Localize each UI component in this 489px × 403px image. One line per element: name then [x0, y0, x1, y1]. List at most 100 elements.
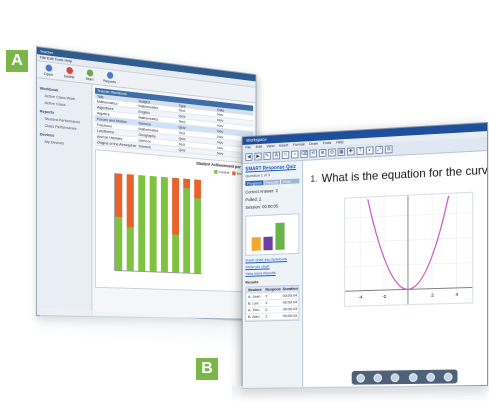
bar-segment-incorrect [172, 177, 179, 235]
menu-item[interactable]: Tools [323, 140, 332, 146]
section-badge-a: A [6, 50, 28, 72]
polled-count: Polled: 2 [245, 196, 262, 203]
menu-item[interactable]: Format [293, 141, 305, 147]
parabola-graph: -4 -2 2 4 [344, 191, 474, 307]
toolbar-tool-icon[interactable]: ⊖ [328, 147, 336, 157]
bar-segment-correct [194, 198, 201, 274]
table-cell: 2 [265, 313, 268, 319]
teacher-tools-window: Teacher File Edit Tools Help Open Delete… [36, 46, 257, 320]
toolbar-tool-icon[interactable]: ✚ [347, 146, 355, 156]
chart-bar [183, 178, 191, 273]
table-cell: 00:00:04 [282, 299, 298, 305]
eraser-icon[interactable] [408, 372, 418, 382]
toolbar-tool-icon[interactable]: ⌫ [300, 149, 308, 158]
results-table: Student Response Duration A. Jean 2 00:00:… [245, 284, 300, 322]
menu-item[interactable]: Help [336, 139, 344, 145]
menu-item[interactable]: File [245, 144, 251, 150]
column-header[interactable]: Duration [281, 286, 299, 292]
bar-segment-incorrect [115, 173, 123, 218]
x-tick-label: 4 [456, 292, 459, 298]
bar-segment-incorrect [126, 174, 134, 228]
x-tick-label: -4 [358, 294, 362, 300]
table-cell: 00:00:04 [282, 292, 298, 298]
reports-button[interactable]: Reports [102, 71, 116, 84]
toolbar-tool-icon[interactable]: ⟲ [309, 148, 318, 158]
bar-segment-correct [172, 234, 179, 273]
chart-bar [172, 177, 179, 273]
forward-icon[interactable] [373, 373, 383, 382]
toolbar-tool-icon[interactable]: ? [356, 146, 365, 155]
chart-plot-area [114, 173, 202, 275]
response-bar [263, 236, 273, 251]
toolbar-tool-icon[interactable]: ⊕ [318, 148, 327, 157]
open-button[interactable]: Open [41, 64, 56, 78]
tab-post-demo[interactable]: Post Demo [281, 178, 300, 189]
chart-bar [194, 179, 201, 274]
menu-item[interactable]: View [267, 143, 275, 149]
toolbar-tool-icon[interactable]: ○ [291, 149, 299, 159]
toolbar-tool-icon[interactable]: ⤢ [375, 145, 384, 154]
question-text: What is the equation for the curve? y = … [321, 161, 488, 186]
toolbar-tool-icon[interactable]: □ [281, 150, 290, 159]
pen-icon[interactable] [390, 372, 400, 382]
more-results-link[interactable]: View more Results [245, 269, 299, 276]
column-header[interactable]: Response [264, 286, 281, 292]
x-tick-label: -2 [382, 294, 387, 300]
session-time: Session: 00:00:05 [245, 203, 279, 210]
bar-segment-incorrect [194, 179, 201, 199]
table-cell: A. Tieu [248, 307, 260, 313]
menu-item[interactable]: Draw [309, 141, 318, 147]
workbook-panel: Teacher Workbook Title Subject Type Date… [92, 84, 255, 319]
tab-progress[interactable]: Progress [245, 180, 264, 186]
table-cell: 2 [265, 300, 268, 306]
question-number: 1. [310, 173, 318, 184]
toolbar-tool-icon[interactable]: ◐ [365, 145, 374, 155]
select-icon[interactable] [426, 372, 435, 382]
insert-chart-link[interactable]: Insert chart into Notebook [245, 256, 299, 262]
table-cell: B. Lee [248, 300, 259, 306]
table-cell: 2 [265, 293, 268, 299]
menu-icon[interactable] [444, 372, 453, 382]
response-bar [251, 237, 261, 251]
toolbar-tool-icon[interactable]: ⚙ [384, 144, 393, 154]
table-row[interactable]: B. Alen 2 00:00:03 [246, 312, 299, 321]
page-navigation-bar [351, 369, 458, 385]
response-bars [251, 222, 285, 251]
graph-grid [345, 193, 472, 296]
column-header[interactable]: Student [246, 287, 263, 293]
response-bar [275, 222, 285, 250]
bar-segment-incorrect [183, 178, 191, 189]
toolbar-tool-icon[interactable]: A [272, 151, 281, 160]
delete-button[interactable]: Delete [62, 66, 77, 80]
chart-bar [160, 176, 168, 272]
bar-segment-correct [115, 216, 123, 271]
chart-bar [138, 175, 146, 272]
start-button[interactable]: Start [82, 69, 97, 82]
table-cell: 00:00:03 [282, 312, 298, 319]
results-label: Results [245, 279, 259, 285]
table-cell: A. Jean [248, 293, 261, 299]
chart-bar [126, 174, 134, 271]
toolbar-tool-icon[interactable]: ◀ [245, 152, 253, 161]
pie-chart-link[interactable]: Show pie chart [245, 263, 299, 270]
response-panel: SMART Response Quiz Question 1 of 3 Prog… [242, 160, 304, 389]
reflection-b [232, 386, 486, 403]
response-chart [245, 213, 300, 256]
table-cell: B. Alen [248, 313, 260, 319]
toolbar-tool-icon[interactable]: ✎ [263, 151, 271, 160]
toolbar-tool-icon[interactable]: ▶ [254, 152, 262, 161]
chart-bar [149, 175, 157, 272]
legend-correct: Correct [214, 169, 229, 175]
chart-bar [115, 173, 123, 271]
menu-item[interactable]: Edit [256, 144, 262, 150]
x-tick-label: 2 [431, 292, 434, 298]
sidebar: Workbook Active Class Work Active Class … [36, 78, 93, 317]
tab-results[interactable]: Results [264, 179, 281, 186]
menu-item[interactable]: Insert [279, 142, 288, 148]
bar-segment-correct [138, 175, 146, 272]
toolbar-tool-icon[interactable]: ▦ [337, 147, 346, 156]
back-icon[interactable] [356, 373, 365, 383]
table-cell: 2 [265, 306, 268, 312]
bar-segment-correct [126, 227, 134, 271]
panel-tabs: Progress Results Post Demo [245, 178, 300, 189]
